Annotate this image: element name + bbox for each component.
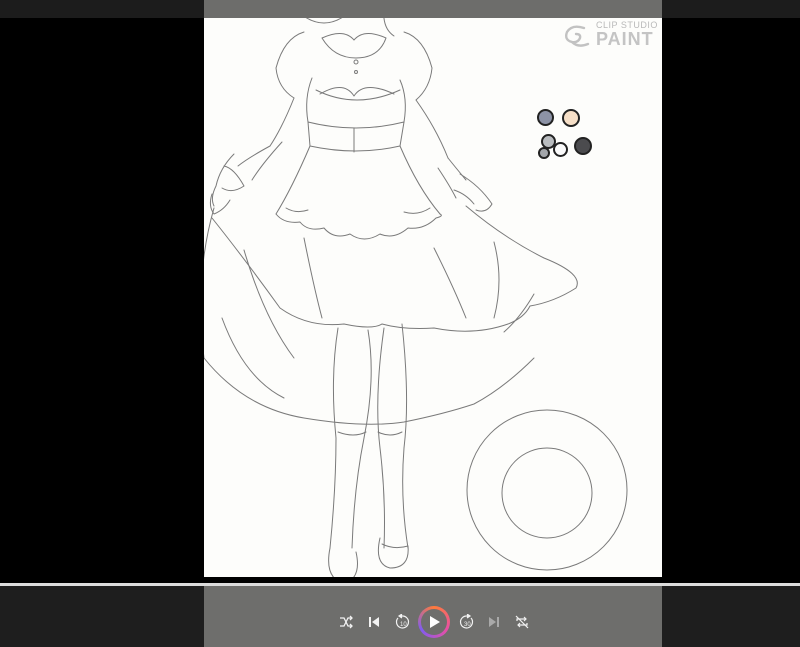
repeat-button[interactable] [511, 611, 533, 633]
forward-30-label: 30 [464, 622, 471, 628]
repeat-off-icon [515, 615, 529, 629]
rewind-10-label: 10 [400, 622, 407, 628]
skip-next-button[interactable] [483, 611, 505, 633]
swatch-dark-gray[interactable] [574, 137, 592, 155]
shuffle-button[interactable] [335, 611, 357, 633]
swatch-white[interactable] [553, 142, 568, 157]
play-button[interactable] [418, 606, 450, 638]
clip-studio-watermark: CLIP STUDIO PAINT [562, 20, 657, 52]
top-bar-highlight [204, 0, 662, 18]
rewind-10-button[interactable]: 10 [391, 611, 413, 633]
player-controls: 10 30 [0, 586, 800, 647]
watermark-main-text: PAINT [596, 29, 654, 49]
skip-previous-icon [369, 617, 379, 627]
skip-previous-button[interactable] [363, 611, 385, 633]
forward-30-button[interactable]: 30 [456, 611, 478, 633]
line-art-illustration [204, 18, 628, 577]
forward-30-icon: 30 [459, 614, 474, 629]
swatch-peach[interactable] [562, 109, 580, 127]
swatch-slate-gray[interactable] [537, 109, 554, 126]
rewind-10-icon: 10 [395, 614, 410, 629]
skip-next-icon [489, 617, 499, 627]
shuffle-icon [340, 615, 353, 629]
play-icon [430, 616, 440, 628]
play-button-inner [421, 609, 447, 635]
clip-studio-logo-icon [564, 25, 590, 47]
swatch-small-gray[interactable] [538, 147, 550, 159]
drawing-canvas: CLIP STUDIO PAINT [204, 18, 662, 577]
top-bar [0, 0, 800, 18]
